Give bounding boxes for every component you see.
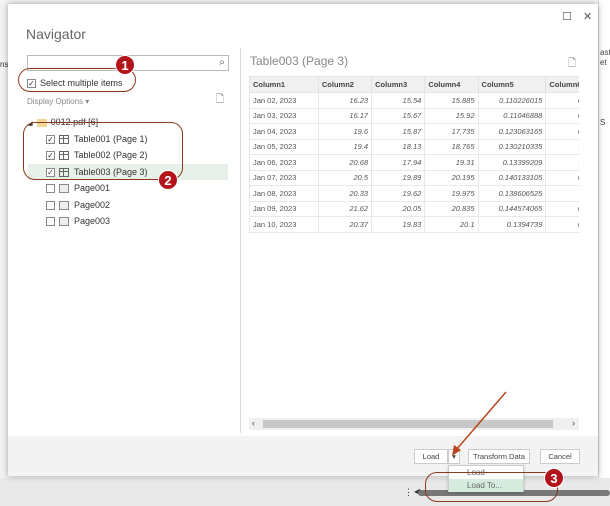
callout-badge-1: 1	[115, 55, 135, 75]
callout-2-outline	[23, 122, 183, 180]
callout-3-outline	[425, 472, 558, 502]
callout-badge-3: 3	[544, 468, 564, 488]
callout-badge-2: 2	[158, 170, 178, 190]
